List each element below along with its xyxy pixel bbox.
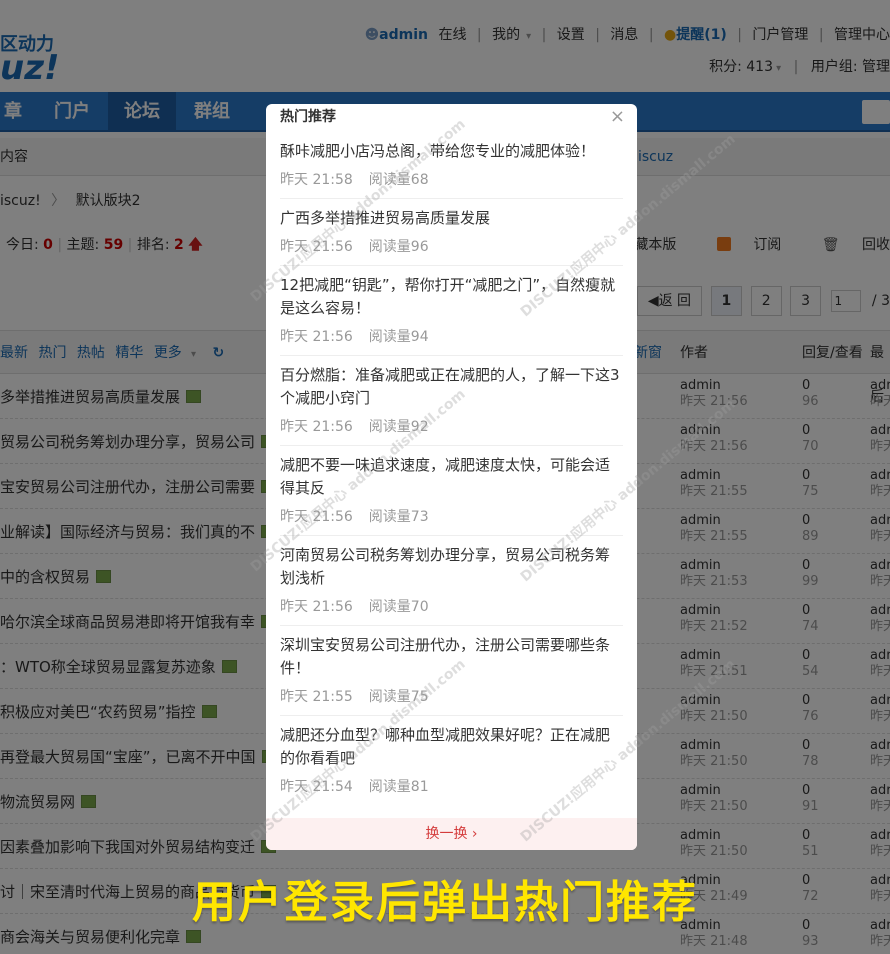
hot-item-meta: 昨天 21:56 阅读量70 [280,596,623,616]
hot-item-meta: 昨天 21:55 阅读量75 [280,686,623,706]
hot-item-reads: 阅读量73 [368,509,429,525]
hot-item-title[interactable]: 百分燃脂：准备减肥或正在减肥的人，了解一下这3个减肥小窍门 [280,364,623,410]
list-item[interactable]: 酥咔减肥小店冯总阁，带给您专业的减肥体验！ 昨天 21:58 阅读量68 [280,132,623,199]
hot-item-meta: 昨天 21:56 阅读量73 [280,506,623,526]
hot-item-reads: 阅读量81 [368,779,429,795]
hot-item-meta: 昨天 21:56 阅读量96 [280,236,623,256]
hot-item-title[interactable]: 减肥不要一味追求速度，减肥速度太快，可能会适得其反 [280,454,623,500]
list-item[interactable]: 河南贸易公司税务筹划办理分享，贸易公司税务筹划浅析昨天 21:56 阅读量70 [280,536,623,626]
hot-item-title[interactable]: 12把减肥“钥匙”，帮你打开“减肥之门”，自然瘦就是这么容易！ [280,274,623,320]
hot-item-meta: 昨天 21:56 阅读量92 [280,416,623,436]
hot-item-time: 昨天 21:56 [280,599,353,615]
hot-item-time: 昨天 21:55 [280,689,353,705]
hot-item-reads: 阅读量96 [368,239,429,255]
promo-caption: 用户登录后弹出热门推荐 [192,877,698,928]
hot-item-reads: 阅读量92 [368,419,429,435]
list-item[interactable]: 百分燃脂：准备减肥或正在减肥的人，了解一下这3个减肥小窍门昨天 21:56 阅读量… [280,356,623,446]
hot-item-title[interactable]: 河南贸易公司税务筹划办理分享，贸易公司税务筹划浅析 [280,544,623,590]
hot-item-reads: 阅读量75 [368,689,429,705]
close-icon[interactable]: × [610,108,625,126]
hot-item-title[interactable]: 减肥还分血型？哪种血型减肥效果好呢？正在减肥的你看看吧 [280,724,623,770]
list-item[interactable]: 广西多举措推进贸易高质量发展昨天 21:56 阅读量96 [280,199,623,266]
modal-title: 热门推荐 [280,109,336,125]
hot-item-time: 昨天 21:56 [280,239,353,255]
hot-item-meta: 昨天 21:56 阅读量94 [280,326,623,346]
hot-item-time: 昨天 21:56 [280,419,353,435]
hot-item-title[interactable]: 深圳宝安贸易公司注册代办，注册公司需要哪些条件！ [280,634,623,680]
hot-item-meta: 昨天 21:54 阅读量81 [280,776,623,796]
list-item[interactable]: 减肥不要一味追求速度，减肥速度太快，可能会适得其反昨天 21:56 阅读量73 [280,446,623,536]
hot-item-time: 昨天 21:58 [280,172,353,188]
hot-item-title[interactable]: 酥咔减肥小店冯总阁，带给您专业的减肥体验！ [280,140,623,163]
hot-item-meta: 昨天 21:58 阅读量68 [280,169,623,189]
list-item[interactable]: 减肥还分血型？哪种血型减肥效果好呢？正在减肥的你看看吧昨天 21:54 阅读量81 [280,716,623,805]
hot-list: 酥咔减肥小店冯总阁，带给您专业的减肥体验！ 昨天 21:58 阅读量68 广西多举措推… [266,132,637,805]
refresh-button[interactable]: 换一换 › [266,818,637,850]
list-item[interactable]: 深圳宝安贸易公司注册代办，注册公司需要哪些条件！ 昨天 21:55 阅读量75 [280,626,623,716]
list-item[interactable]: 12把减肥“钥匙”，帮你打开“减肥之门”，自然瘦就是这么容易！ 昨天 21:56 阅… [280,266,623,356]
hot-item-title[interactable]: 广西多举措推进贸易高质量发展 [280,207,623,230]
hot-item-reads: 阅读量68 [368,172,429,188]
hot-item-time: 昨天 21:56 [280,509,353,525]
hot-item-time: 昨天 21:56 [280,329,353,345]
hot-item-reads: 阅读量70 [368,599,429,615]
hot-item-reads: 阅读量94 [368,329,429,345]
hot-item-time: 昨天 21:54 [280,779,353,795]
hot-recommend-modal: 热门推荐 × 酥咔减肥小店冯总阁，带给您专业的减肥体验！ 昨天 21:58 阅读量6… [266,104,637,850]
